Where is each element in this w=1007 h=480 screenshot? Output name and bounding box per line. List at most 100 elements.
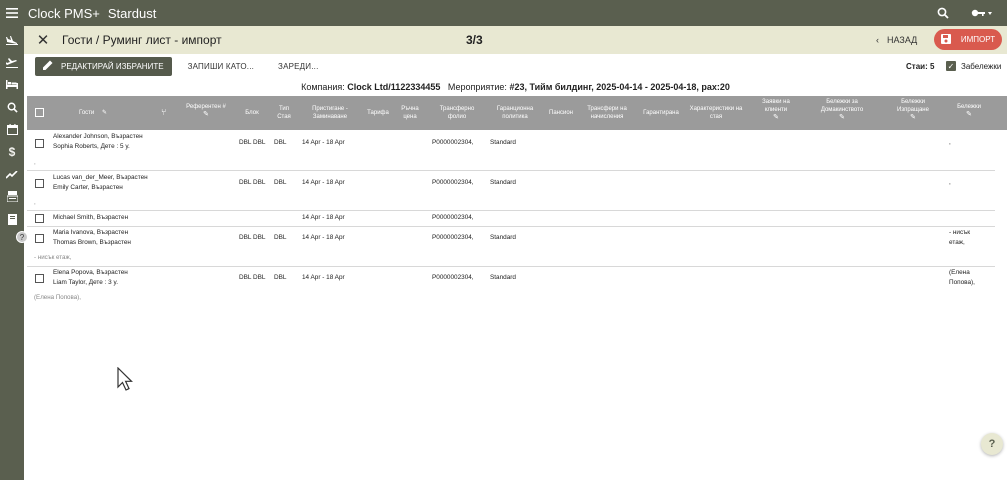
notes-toggle-label: Забележки xyxy=(961,61,1002,71)
search-icon[interactable] xyxy=(0,96,24,118)
row-checkbox[interactable] xyxy=(35,179,44,188)
notes-toggle[interactable]: ✓ Забележки xyxy=(946,61,1001,71)
search-icon[interactable] xyxy=(937,7,949,19)
table-row[interactable]: Lucas van_der_Meer, Възрастен Emily Cart… xyxy=(27,171,995,211)
col-guests[interactable]: Гости ✎ xyxy=(79,109,107,117)
col-transfer-folio[interactable]: Трансферно фолио xyxy=(432,105,482,121)
key-icon[interactable] xyxy=(971,8,993,18)
col-transfer-charges[interactable]: Трансфери на начисления xyxy=(582,105,632,121)
calendar-icon[interactable] xyxy=(0,119,24,141)
pencil-icon[interactable]: ✎ xyxy=(889,114,937,122)
row-checkbox[interactable] xyxy=(35,274,44,283)
company-name: Clock Ltd/1122334455 xyxy=(347,82,441,92)
pencil-icon[interactable]: ✎ xyxy=(813,114,871,122)
block-value: DBL DBL xyxy=(239,234,266,241)
row-checkbox[interactable] xyxy=(35,234,44,243)
event-label: Мероприятие: xyxy=(447,82,507,92)
plane-departure-icon[interactable] xyxy=(0,51,24,73)
import-button[interactable]: ИМПОРТ xyxy=(934,29,1002,50)
col-client-requests[interactable]: Заявки на клиенти ✎ xyxy=(755,98,797,122)
col-manual-price[interactable]: Ръчна цена xyxy=(397,105,423,121)
book-icon[interactable] xyxy=(0,208,24,230)
register-icon[interactable] xyxy=(0,186,24,208)
row-note: , xyxy=(34,199,36,206)
guest-name: Maria Ivanova, Възрастен xyxy=(53,229,129,236)
policy-value: Standard xyxy=(490,139,516,146)
room-type-value: DBL xyxy=(274,234,287,241)
pencil-icon xyxy=(43,60,53,72)
table-row[interactable]: Alexander Johnson, Възрастен Sophia Robe… xyxy=(27,130,995,171)
row-checkbox[interactable] xyxy=(35,214,44,223)
load-button[interactable]: ЗАРЕДИ... xyxy=(278,62,318,71)
hotel-name[interactable]: Stardust xyxy=(108,6,156,21)
pencil-icon[interactable]: ✎ xyxy=(102,110,107,116)
col-checkout-notes[interactable]: Бележки Изпращане ✎ xyxy=(889,98,937,122)
policy-value: Standard xyxy=(490,179,516,186)
select-all-checkbox[interactable] xyxy=(35,108,44,117)
merge-icon[interactable]: ⑂ xyxy=(161,108,166,117)
table-row[interactable]: Elena Popova, Възрастен Liam Taylor, Дет… xyxy=(27,267,995,307)
trend-icon[interactable] xyxy=(0,163,24,185)
room-type-value: DBL xyxy=(274,274,287,281)
col-room-features[interactable]: Характеристики на стая xyxy=(685,105,747,121)
guest-name: Elena Popova, Възрастен xyxy=(53,269,128,276)
col-board[interactable]: Пансион xyxy=(545,109,577,117)
help-button[interactable]: ? xyxy=(981,433,1003,455)
chevron-left-icon: ‹ xyxy=(876,35,879,45)
col-room-type[interactable]: Тип Стая xyxy=(272,105,296,121)
app-title: Clock PMS+ xyxy=(28,5,100,21)
dollar-icon[interactable]: $ xyxy=(0,141,24,163)
guest-name: Emily Carter, Възрастен xyxy=(53,184,123,191)
save-as-button[interactable]: ЗАПИШИ КАТО... xyxy=(188,62,254,71)
guest-name: Liam Taylor, Дете : 3 y. xyxy=(53,279,118,286)
guest-name: Lucas van_der_Meer, Възрастен xyxy=(53,174,148,181)
row-note: (Елена Попова), xyxy=(34,294,81,301)
block-value: DBL DBL xyxy=(239,274,266,281)
col-referent-label: Референтен # xyxy=(186,104,226,110)
dates-value: 14 Apr - 18 Apr xyxy=(302,139,345,146)
row-note: - нисък етаж, xyxy=(34,254,72,261)
rooms-count: Стаи: 5 xyxy=(906,61,935,71)
folio-value: P0000002304, xyxy=(432,234,474,241)
bed-icon[interactable] xyxy=(0,74,24,96)
guest-name: Alexander Johnson, Възрастен xyxy=(53,133,143,140)
notes-value: , xyxy=(949,139,951,146)
room-type-value: DBL xyxy=(274,139,287,146)
menu-icon[interactable] xyxy=(0,0,24,26)
col-arrival-departure[interactable]: Пристигане - Заминаване xyxy=(307,105,353,121)
col-guaranteed[interactable]: Гарантирана xyxy=(639,109,683,117)
col-referent[interactable]: Референтен # ✎ xyxy=(182,103,230,119)
pencil-icon[interactable]: ✎ xyxy=(755,114,797,122)
table-row[interactable]: Michael Smith, Възрастен 14 Apr - 18 Apr… xyxy=(27,211,995,227)
pencil-icon[interactable]: ✎ xyxy=(949,111,989,119)
col-guests-label: Гости xyxy=(79,110,95,116)
company-label: Компания: xyxy=(301,82,345,92)
row-checkbox[interactable] xyxy=(35,139,44,148)
back-button[interactable]: ‹ НАЗАД xyxy=(876,35,917,45)
title-bar: ✕ Гости / Руминг лист - импорт 3/3 ‹ НАЗ… xyxy=(24,26,1007,54)
col-notes[interactable]: Бележки ✎ xyxy=(949,103,989,119)
page-title: Гости / Руминг лист - импорт xyxy=(62,33,222,47)
folio-value: P0000002304, xyxy=(432,139,474,146)
row-note: , xyxy=(34,159,36,166)
notes-value: , xyxy=(949,179,951,186)
table-row[interactable]: Maria Ivanova, Възрастен Thomas Brown, В… xyxy=(27,227,995,267)
col-block[interactable]: Блок xyxy=(239,109,265,117)
dates-value: 14 Apr - 18 Apr xyxy=(302,214,345,221)
col-tariff[interactable]: Тарифа xyxy=(363,109,393,117)
close-icon[interactable]: ✕ xyxy=(24,31,62,49)
checkbox-checked-icon[interactable]: ✓ xyxy=(946,61,956,71)
plane-arrival-icon[interactable] xyxy=(0,29,24,51)
guest-name: Sophia Roberts, Дете : 5 y. xyxy=(53,143,130,150)
folio-value: P0000002304, xyxy=(432,179,474,186)
block-value: DBL DBL xyxy=(239,179,266,186)
guest-name: Thomas Brown, Възрастен xyxy=(53,239,131,246)
col-housekeeping-notes[interactable]: Бележки за Домакинството ✎ xyxy=(813,98,871,122)
pencil-icon[interactable]: ✎ xyxy=(182,111,230,119)
save-icon xyxy=(940,33,951,46)
col-guarantee-policy[interactable]: Гаранционна политика xyxy=(489,105,541,121)
sidebar: $ xyxy=(0,26,24,480)
dates-value: 14 Apr - 18 Apr xyxy=(302,234,345,241)
folio-value: P0000002304, xyxy=(432,274,474,281)
edit-selected-button[interactable]: РЕДАКТИРАЙ ИЗБРАНИТЕ xyxy=(35,56,172,76)
